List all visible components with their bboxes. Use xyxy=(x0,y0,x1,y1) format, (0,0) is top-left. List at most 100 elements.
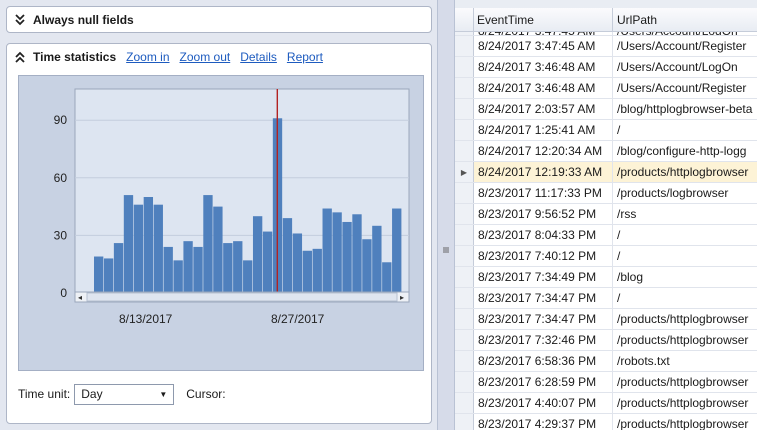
time-statistics-header: Time statistics Zoom in Zoom out Details… xyxy=(7,44,431,70)
bar xyxy=(173,260,183,293)
table-row[interactable]: 8/24/2017 3:47:45 AM/Users/Account/Regis… xyxy=(455,36,757,57)
row-header xyxy=(455,246,474,266)
cell-eventtime: 8/24/2017 3:46:48 AM xyxy=(474,57,613,77)
row-header xyxy=(455,99,474,119)
report-link[interactable]: Report xyxy=(287,50,323,64)
column-header-urlpath[interactable]: UrlPath xyxy=(613,8,657,31)
y-tick-label: 0 xyxy=(60,286,67,300)
table-row[interactable]: 8/23/2017 4:40:07 PM/products/httplogbro… xyxy=(455,393,757,414)
bar xyxy=(113,243,124,293)
table-row[interactable]: ▶ 8/24/2017 12:19:33 AM/products/httplogb… xyxy=(455,162,757,183)
cell-eventtime: 8/23/2017 4:40:07 PM xyxy=(474,393,613,413)
row-header xyxy=(455,57,474,77)
y-tick-label: 90 xyxy=(54,113,68,127)
cell-urlpath: /Users/Account/Register xyxy=(617,81,747,95)
cell-eventtime: 8/23/2017 6:28:59 PM xyxy=(474,372,613,392)
row-header xyxy=(455,414,474,430)
bar xyxy=(382,262,392,293)
cell-urlpath: / xyxy=(617,228,621,242)
row-header xyxy=(455,330,474,350)
table-row[interactable]: 8/23/2017 4:29:37 PM/products/httplogbro… xyxy=(455,414,757,430)
bar xyxy=(252,216,263,293)
cell-eventtime: 8/23/2017 7:34:47 PM xyxy=(474,288,613,308)
bar xyxy=(163,246,173,293)
table-row[interactable]: 8/23/2017 7:32:46 PM/products/httplogbro… xyxy=(455,330,757,351)
bar xyxy=(183,241,193,293)
table-row[interactable]: 8/23/2017 11:17:33 PM/products/logbrowse… xyxy=(455,183,757,204)
cell-eventtime: 8/23/2017 7:32:46 PM xyxy=(474,330,613,350)
table-row[interactable]: 8/24/2017 12:20:34 AM/blog/configure-htt… xyxy=(455,141,757,162)
grid-rows: 8/24/2017 3:47:45 AM/Users/Account/LogOn… xyxy=(455,26,757,430)
cell-urlpath: /products/httplogbrowser xyxy=(617,333,749,347)
time-unit-value: Day xyxy=(81,387,103,401)
bar xyxy=(193,246,203,293)
time-unit-row: Time unit: Day ▼ Cursor: xyxy=(18,383,226,405)
scroll-left-icon: ◂ xyxy=(78,293,82,302)
table-row[interactable]: 8/23/2017 8:04:33 PM / xyxy=(455,225,757,246)
zoom-out-link[interactable]: Zoom out xyxy=(180,50,231,64)
always-null-title: Always null fields xyxy=(33,13,134,27)
double-chevron-up-icon[interactable] xyxy=(13,50,27,64)
bar xyxy=(352,214,362,293)
row-header xyxy=(455,120,474,140)
bar xyxy=(342,221,352,293)
table-row[interactable]: 8/24/2017 2:03:57 AM/blog/httplogbrowser… xyxy=(455,99,757,120)
row-header xyxy=(455,267,474,287)
table-row[interactable]: 8/23/2017 7:34:47 PM / xyxy=(455,288,757,309)
always-null-panel: Always null fields xyxy=(6,6,432,33)
always-null-header[interactable]: Always null fields xyxy=(7,7,431,33)
cell-urlpath: /blog/httplogbrowser-beta xyxy=(617,102,753,116)
row-header xyxy=(455,372,474,392)
cell-eventtime: 8/24/2017 1:25:41 AM xyxy=(474,120,613,140)
table-row[interactable]: 8/23/2017 7:34:47 PM/products/httplogbro… xyxy=(455,309,757,330)
scroll-right-icon: ▸ xyxy=(400,293,404,302)
column-header-eventtime[interactable]: EventTime xyxy=(474,8,613,31)
cell-urlpath: / xyxy=(617,123,621,137)
cell-urlpath: /products/httplogbrowser xyxy=(617,312,749,326)
cell-eventtime: 8/23/2017 4:29:37 PM xyxy=(474,414,613,430)
cell-eventtime: 8/23/2017 9:56:52 PM xyxy=(474,204,613,224)
double-chevron-down-icon xyxy=(15,14,25,26)
cell-urlpath: /products/httplogbrowser xyxy=(617,165,749,179)
bar xyxy=(292,233,303,293)
table-row[interactable]: 8/24/2017 1:25:41 AM / xyxy=(455,120,757,141)
time-histogram-chart[interactable]: 0 30 60 90 ◂ ▸ 8/13/2017 8/27/2017 xyxy=(19,76,423,370)
time-statistics-title: Time statistics xyxy=(33,50,117,64)
bar xyxy=(203,195,213,293)
grid-top-strip xyxy=(455,0,757,8)
table-row[interactable]: 8/24/2017 3:46:48 AM/Users/Account/Regis… xyxy=(455,78,757,99)
bar xyxy=(362,239,372,293)
pane-splitter[interactable] xyxy=(437,0,455,430)
row-header-corner xyxy=(455,8,474,31)
time-unit-select[interactable]: Day ▼ xyxy=(74,383,175,405)
table-row[interactable]: 8/23/2017 6:58:36 PM/robots.txt xyxy=(455,351,757,372)
bar xyxy=(262,231,273,293)
cursor-label: Cursor: xyxy=(186,387,226,401)
app-window: Always null fields Time statistics Zoom … xyxy=(0,0,757,430)
row-header xyxy=(455,309,474,329)
row-header xyxy=(455,78,474,98)
row-header xyxy=(455,225,474,245)
table-row[interactable]: 8/23/2017 6:28:59 PM/products/httplogbro… xyxy=(455,372,757,393)
bar xyxy=(243,260,253,293)
bar xyxy=(94,256,104,293)
details-link[interactable]: Details xyxy=(240,50,277,64)
cell-eventtime: 8/23/2017 7:34:47 PM xyxy=(474,309,613,329)
bar xyxy=(213,206,223,293)
table-row[interactable]: 8/23/2017 7:34:49 PM/blog xyxy=(455,267,757,288)
cell-urlpath: /blog/configure-http-logg xyxy=(617,144,747,158)
table-row[interactable]: 8/23/2017 7:40:12 PM / xyxy=(455,246,757,267)
cell-urlpath: /blog xyxy=(617,270,644,284)
cell-urlpath: /products/httplogbrowser xyxy=(617,396,749,410)
table-row[interactable]: 8/24/2017 3:46:48 AM/Users/Account/LogOn xyxy=(455,57,757,78)
bar xyxy=(153,204,163,293)
table-row[interactable]: 8/23/2017 9:56:52 PM/rss xyxy=(455,204,757,225)
bar xyxy=(312,248,322,293)
bar xyxy=(123,195,134,293)
left-pane: Always null fields Time statistics Zoom … xyxy=(0,0,437,430)
cell-eventtime: 8/23/2017 7:34:49 PM xyxy=(474,267,613,287)
x-tick-label: 8/13/2017 xyxy=(119,312,173,326)
bar xyxy=(372,225,382,293)
zoom-in-link[interactable]: Zoom in xyxy=(126,50,169,64)
cell-eventtime: 8/23/2017 7:40:12 PM xyxy=(474,246,613,266)
